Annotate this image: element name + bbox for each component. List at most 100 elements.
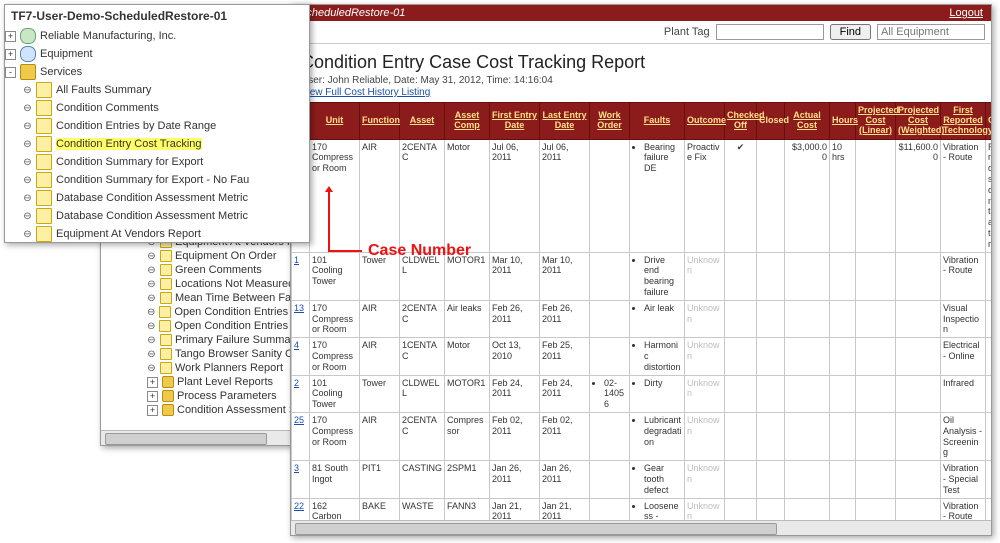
table-cell: AIR [360, 413, 400, 461]
bullet-icon[interactable]: ⊖ [23, 230, 32, 239]
tree-node[interactable]: ⊖Condition Summary for Export - No Fau [5, 171, 309, 189]
collapse-icon[interactable]: - [5, 67, 16, 78]
col-header[interactable]: Hours [830, 103, 856, 140]
col-header[interactable]: Last Entry Date [540, 103, 590, 140]
col-header[interactable]: First Reported Technology [941, 103, 986, 140]
tree-node-label: Reliable Manufacturing, Inc. [40, 30, 176, 42]
col-header[interactable]: Checked Off [725, 103, 757, 140]
col-header[interactable]: Work Order [590, 103, 630, 140]
bullet-icon[interactable]: ⊖ [23, 176, 32, 185]
table-cell: Gear tooth defect [630, 461, 685, 498]
bullet-icon[interactable]: ⊖ [147, 252, 156, 261]
expand-icon[interactable]: + [5, 31, 16, 42]
table-cell: 170 Compressor Room [310, 139, 360, 252]
document-icon [160, 292, 172, 304]
table-cell: MOTOR1 [445, 375, 490, 412]
col-header[interactable]: Outcome [685, 103, 725, 140]
bullet-icon[interactable]: ⊖ [147, 350, 156, 359]
tree-node[interactable]: ⊖Database Condition Assessment Metric [5, 207, 309, 225]
table-cell: Feb 24, 2011 [540, 375, 590, 412]
col-header[interactable]: Closed [757, 103, 785, 140]
table-cell: 1CENTAC [400, 338, 445, 375]
col-header[interactable]: Asset Comp [445, 103, 490, 140]
bullet-icon[interactable]: ⊖ [23, 212, 32, 221]
document-icon [36, 172, 52, 188]
expand-icon[interactable]: + [147, 377, 158, 388]
bullet-icon[interactable]: ⊖ [147, 294, 156, 303]
case-number-link[interactable]: 25 [294, 415, 304, 425]
bullet-icon[interactable]: ⊖ [23, 140, 32, 149]
tree-node[interactable]: + Reliable Manufacturing, Inc. [5, 27, 309, 45]
tree-node[interactable]: ⊖Database Condition Assessment Metric [5, 189, 309, 207]
table-cell [785, 461, 830, 498]
expand-icon[interactable]: + [5, 49, 16, 60]
case-number-link[interactable]: 1 [294, 255, 299, 265]
scrollbar-horizontal[interactable] [291, 520, 991, 535]
col-header[interactable]: Actual Cost [785, 103, 830, 140]
table-cell: Proactive Fix [685, 139, 725, 252]
table-cell: PIT1 [360, 461, 400, 498]
case-number-link[interactable]: 2 [294, 378, 299, 388]
table-cell: ✔ [725, 139, 757, 252]
table-cell: Tower [360, 375, 400, 412]
col-header[interactable]: Asset [400, 103, 445, 140]
bullet-icon[interactable]: ⊖ [147, 266, 156, 275]
col-header[interactable]: Faults [630, 103, 685, 140]
tree-node[interactable]: ⊖All Faults Summary [5, 81, 309, 99]
table-cell: $11,600.00 [896, 139, 941, 252]
expand-icon[interactable]: + [147, 391, 158, 402]
logout-link[interactable]: Logout [949, 7, 983, 19]
bullet-icon[interactable]: ⊖ [147, 280, 156, 289]
plant-tag-input[interactable] [716, 24, 824, 40]
tree-node[interactable]: -Services [5, 63, 309, 81]
table-cell [590, 300, 630, 337]
bullet-icon[interactable]: ⊖ [147, 336, 156, 345]
table-cell [757, 375, 785, 412]
tree-node[interactable]: ⊖Condition Entry Cost Tracking [5, 135, 309, 153]
col-header[interactable]: First Entry Date [490, 103, 540, 140]
table-cell: 101 Cooling Tower [310, 375, 360, 412]
case-number-cell: 25 [292, 413, 310, 461]
table-cell: Air leaks [445, 300, 490, 337]
tree-node[interactable]: +Equipment [5, 45, 309, 63]
bullet-icon[interactable]: ⊖ [23, 194, 32, 203]
tree-node[interactable]: ⊖ Condition Entries by Date Range [5, 117, 309, 135]
table-cell [896, 338, 941, 375]
case-number-link[interactable]: 4 [294, 340, 299, 350]
nav-tree-panel-front: TF7-User-Demo-ScheduledRestore-01 +Relia… [4, 4, 310, 243]
bullet-icon[interactable]: ⊖ [147, 322, 155, 331]
case-number-link[interactable]: 22 [294, 501, 304, 511]
table-cell [830, 338, 856, 375]
find-button[interactable]: Find [830, 24, 871, 40]
bullet-icon[interactable]: ⊖ [147, 308, 155, 317]
bullet-icon[interactable]: ⊖ [23, 104, 32, 113]
tree-node-label: Equipment At Vendors Report [56, 228, 201, 240]
case-number-link[interactable]: 3 [294, 463, 299, 473]
expand-icon[interactable]: + [147, 405, 158, 416]
bullet-icon[interactable]: ⊖ [147, 364, 156, 373]
tree-node[interactable]: ⊖ Equipment At Vendors Report [5, 225, 309, 243]
col-header[interactable]: Function [360, 103, 400, 140]
equipment-filter-input[interactable] [877, 24, 985, 40]
tree-node-label: Primary Failure Summary [175, 334, 300, 346]
table-cell: AIR [360, 139, 400, 252]
table-cell [986, 300, 993, 337]
table-cell: Lubricant degradation [630, 413, 685, 461]
table-cell [986, 461, 993, 498]
col-header[interactable]: Projected Cost (Weighted) [896, 103, 941, 140]
full-history-link[interactable]: View Full Cost History Listing [301, 87, 430, 98]
document-icon [160, 278, 172, 290]
col-header[interactable]: Unit [310, 103, 360, 140]
bullet-icon[interactable]: ⊖ [23, 158, 32, 167]
col-header[interactable]: Projected Cost (Linear) [856, 103, 896, 140]
tree-node[interactable]: ⊖Condition Summary for Export [5, 153, 309, 171]
bullet-icon[interactable]: ⊖ [23, 86, 32, 95]
bullet-icon[interactable]: ⊖ [23, 122, 32, 131]
case-number-link[interactable]: 13 [294, 303, 304, 313]
table-cell [785, 252, 830, 300]
table-cell [757, 139, 785, 252]
tree-node[interactable]: ⊖Condition Comments [5, 99, 309, 117]
table-cell: 170 Compressor Room [310, 338, 360, 375]
tree-node-label: Condition Entries by Date Range [56, 120, 216, 132]
table-row: 1101 Cooling TowerTowerCLDWELLMOTOR1Mar … [292, 252, 993, 300]
